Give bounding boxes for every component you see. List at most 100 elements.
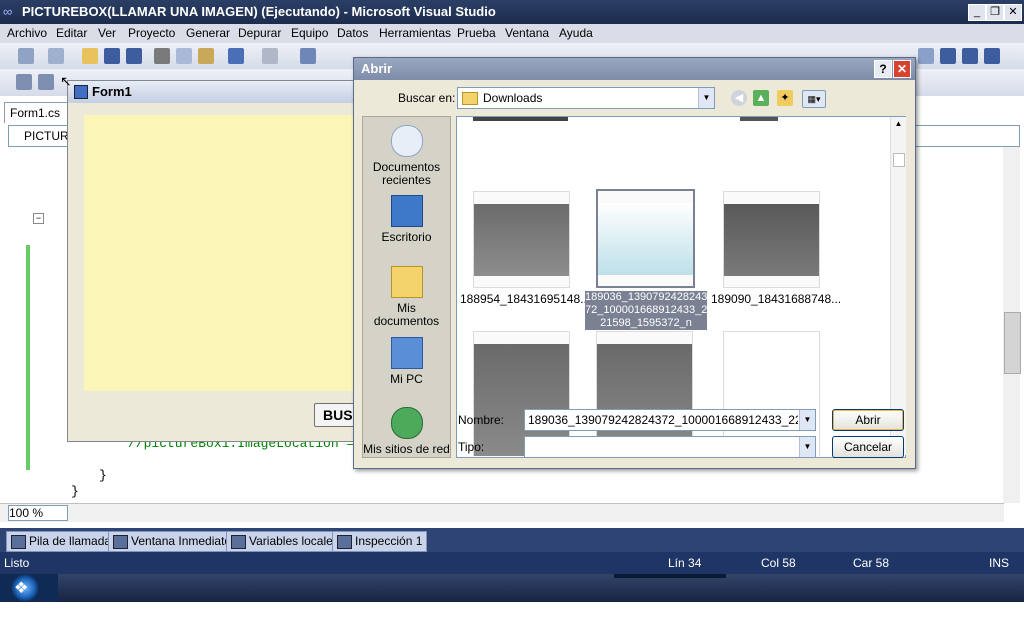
menu-depurar[interactable]: Depurar	[238, 26, 281, 40]
file-list[interactable]: 188954_18431695148... 189036_13907924282…	[456, 116, 906, 458]
locals-icon	[231, 535, 246, 549]
restore-icon[interactable]: ❐	[986, 4, 1004, 21]
start-button[interactable]: ❖	[0, 574, 58, 602]
scroll-thumb[interactable]	[1004, 312, 1021, 374]
file-name-label: Nombre:	[458, 413, 505, 427]
redo-icon[interactable]	[262, 48, 278, 64]
help-icon[interactable]: ?	[874, 60, 892, 78]
tool-window-tabs: Pila de llamadas Ventana Inmediato Varia…	[0, 528, 1024, 552]
open-file-dialog: Abrir ? ✕ Buscar en: Downloads ▼ ◀ ▲ ✦ ▦…	[353, 57, 916, 469]
file-name[interactable]: 188954_18431695148...	[460, 292, 590, 306]
file-type-combo[interactable]: ▼	[524, 436, 816, 458]
file-name-combo[interactable]: 189036_139079242824372_100001668912433_2…	[524, 409, 816, 431]
place-my-computer[interactable]: Mi PC	[363, 337, 450, 386]
member-combo[interactable]	[912, 125, 1020, 147]
menu-ver[interactable]: Ver	[98, 26, 116, 40]
file-name[interactable]: 189090_18431688748...	[711, 292, 841, 306]
thumbnail-partial[interactable]	[740, 117, 778, 121]
scroll-thumb[interactable]	[893, 153, 905, 167]
up-folder-icon[interactable]: ▲	[753, 90, 769, 106]
view-menu-icon[interactable]: ▦▾	[802, 90, 826, 108]
file-thumbnail-selected[interactable]	[596, 189, 695, 288]
collapse-icon[interactable]: −	[33, 213, 44, 224]
place-label: Mi PC	[390, 372, 423, 386]
tab-locals[interactable]: Variables locales	[226, 531, 344, 552]
thumbnail-partial[interactable]	[473, 117, 568, 121]
document-page-image	[724, 204, 819, 276]
status-text: Listo	[4, 556, 30, 570]
new-project-icon[interactable]	[18, 48, 34, 64]
format-icon[interactable]	[38, 74, 54, 90]
place-my-documents[interactable]: Mis documentos	[363, 266, 450, 328]
tab-immediate-window[interactable]: Ventana Inmediato	[108, 531, 237, 552]
look-in-combo[interactable]: Downloads ▼	[457, 87, 715, 109]
scroll-up-icon[interactable]: ▲	[891, 119, 906, 128]
chevron-down-icon[interactable]: ▼	[799, 437, 815, 457]
place-label: Escritorio	[381, 230, 432, 244]
open-button[interactable]: Abrir	[832, 409, 904, 431]
dialog-title: Abrir	[361, 61, 393, 76]
editor-vertical-scrollbar[interactable]	[1003, 147, 1021, 503]
cancel-button[interactable]: Cancelar	[832, 436, 904, 458]
tab-label: Ventana Inmediato	[131, 534, 232, 548]
paste-icon[interactable]	[198, 48, 214, 64]
menu-equipo[interactable]: Equipo	[291, 26, 328, 40]
menu-ventana[interactable]: Ventana	[505, 26, 549, 40]
menu-datos[interactable]: Datos	[337, 26, 368, 40]
place-label: Documentos recientes	[372, 160, 441, 187]
tab-form1-cs[interactable]: Form1.cs	[4, 102, 68, 123]
chevron-down-icon[interactable]: ▼	[698, 88, 714, 108]
file-list-scrollbar[interactable]: ▲ ▼	[890, 117, 906, 455]
back-icon[interactable]: ◀	[731, 90, 747, 106]
place-recent-documents[interactable]: Documentos recientes	[363, 125, 450, 187]
windows-logo-icon: ❖	[14, 580, 29, 597]
menu-ayuda[interactable]: Ayuda	[559, 26, 593, 40]
continue-icon[interactable]	[918, 48, 934, 64]
pause-icon[interactable]	[940, 48, 956, 64]
close-icon[interactable]: ✕	[1004, 4, 1022, 21]
menu-archivo[interactable]: Archivo	[7, 26, 47, 40]
stop-icon[interactable]	[962, 48, 978, 64]
tab-label: Inspección 1	[355, 534, 423, 548]
roadrunners-image	[598, 203, 693, 275]
call-stack-icon	[11, 535, 26, 549]
menu-herramientas[interactable]: Herramientas	[379, 26, 451, 40]
zoom-combo[interactable]: 100 %	[8, 505, 68, 521]
class-combo[interactable]: PICTUR	[8, 125, 70, 147]
tab-call-stack[interactable]: Pila de llamadas	[6, 531, 123, 552]
menu-generar[interactable]: Generar	[186, 26, 230, 40]
restart-icon[interactable]	[984, 48, 1000, 64]
minimize-icon[interactable]: _	[968, 4, 986, 21]
chevron-down-icon[interactable]: ▼	[799, 410, 815, 430]
tab-label: Pila de llamadas	[29, 534, 118, 548]
add-item-icon[interactable]	[48, 48, 64, 64]
place-desktop[interactable]: Escritorio	[363, 195, 450, 244]
save-icon[interactable]	[104, 48, 120, 64]
align-icon[interactable]	[16, 74, 32, 90]
menu-editar[interactable]: Editar	[56, 26, 87, 40]
save-all-icon[interactable]	[126, 48, 142, 64]
dialog-title-bar[interactable]: Abrir ? ✕	[354, 58, 915, 80]
place-network[interactable]: Mis sitios de red	[363, 407, 450, 456]
file-name-selected[interactable]: 189036_1390792428243 72_100001668912433_…	[585, 291, 707, 330]
form1-title-bar[interactable]: Form1	[68, 81, 363, 103]
cut-icon[interactable]	[154, 48, 170, 64]
zoom-value: 100 %	[9, 506, 44, 520]
file-thumbnail[interactable]	[723, 191, 820, 288]
close-icon[interactable]: ✕	[893, 60, 911, 78]
navigate-backward-icon[interactable]	[300, 48, 316, 64]
status-bar: Listo Lín 34 Col 58 Car 58 INS	[0, 552, 1024, 574]
new-folder-icon[interactable]: ✦	[777, 90, 793, 106]
immediate-window-icon	[113, 535, 128, 549]
tab-watch[interactable]: Inspección 1	[332, 531, 428, 552]
undo-icon[interactable]	[228, 48, 244, 64]
look-in-label: Buscar en:	[398, 91, 456, 105]
circuit-diagram-image	[474, 204, 569, 276]
code-brace: }	[99, 468, 107, 483]
copy-icon[interactable]	[176, 48, 192, 64]
menu-prueba[interactable]: Prueba	[457, 26, 496, 40]
file-thumbnail[interactable]	[473, 191, 570, 288]
menu-proyecto[interactable]: Proyecto	[128, 26, 175, 40]
open-file-icon[interactable]	[82, 48, 98, 64]
editor-horizontal-scrollbar[interactable]	[0, 503, 1004, 522]
